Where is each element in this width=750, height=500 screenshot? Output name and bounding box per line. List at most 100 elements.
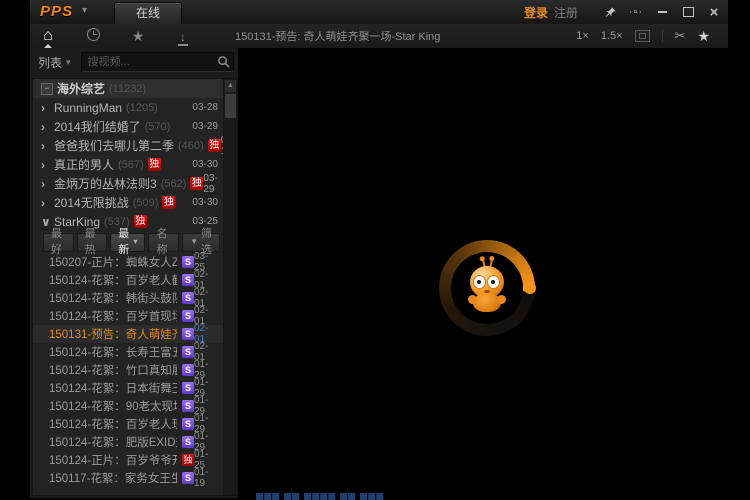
s-badge: S [182, 256, 194, 268]
category-date: 03-30 [192, 159, 218, 170]
category-row[interactable]: › 2014无限挑战 (509) 独 03-30 [33, 193, 224, 212]
video-area[interactable]: ███ ██ ████ ██ ███ [238, 48, 750, 500]
search-input[interactable] [81, 52, 234, 72]
search-box [81, 52, 234, 72]
s-badge: S [182, 274, 194, 286]
category-count: (570) [145, 121, 171, 133]
category-row[interactable]: › 金炳万的丛林法则3 (562) 独 03-29 [33, 174, 224, 193]
toolbar-divider [662, 30, 663, 42]
exclusive-badge: 独 [208, 139, 221, 152]
s-badge: S [182, 472, 194, 484]
minimize-icon[interactable] [652, 3, 672, 21]
category-count: (562) [161, 178, 187, 190]
category-name: 海外综艺 [57, 80, 105, 97]
s-badge: S [182, 346, 194, 358]
funnel-icon: ▼ [190, 234, 198, 250]
mini-screen-icon[interactable] [635, 30, 650, 42]
scrollbar-thumb[interactable] [225, 94, 236, 118]
cutoff-text: ███ ██ ████ ██ ███ [256, 493, 384, 500]
s-badge: S [182, 364, 194, 376]
chevron-right-icon: › [41, 196, 54, 210]
chevron-right-icon: › [41, 158, 54, 172]
exclusive-badge: 独 [190, 177, 203, 190]
s-badge: S [182, 436, 194, 448]
loading-spinner [439, 240, 535, 336]
exclusive-badge: 独 [148, 158, 161, 171]
sidebar-scrollbar[interactable]: ▲ [223, 79, 237, 495]
tab-sort-hottest[interactable]: 最热 [77, 233, 108, 252]
sidebar-header: 列表 ▾ [30, 48, 238, 76]
snapshot-scissors-icon[interactable]: ✂ [675, 28, 686, 44]
app-window: PPS ▾ 在线 登录 注册 ·▫· × ⌂ ★ ↓ 150131-预告: 奇人… [0, 0, 750, 500]
exclusive-badge: 独 [134, 215, 147, 228]
maximize-icon[interactable] [678, 3, 698, 21]
now-playing-title: 150131-预告: 奇人萌娃齐聚一场-Star King [235, 28, 440, 44]
favorites-icon[interactable]: ★ [128, 28, 148, 45]
category-row[interactable]: › 2014我们结婚了 (570) 03-29 [33, 117, 224, 136]
category-date: 03-29 [192, 121, 218, 132]
s-badge: S [182, 418, 194, 430]
category-name: 2014我们结婚了 [54, 118, 141, 135]
collapse-icon[interactable]: − [41, 83, 53, 95]
s-badge: S [182, 310, 194, 322]
pin-icon[interactable] [600, 3, 620, 21]
chevron-right-icon: › [41, 139, 54, 153]
home-icon[interactable]: ⌂ [38, 27, 58, 45]
category-count: (567) [118, 159, 144, 171]
category-row[interactable]: › 爸爸我们去哪儿第二季 (460) 独 01-19 [33, 136, 224, 155]
exclusive-badge: 独 [182, 454, 194, 466]
category-count: (509) [133, 197, 159, 209]
pin-icon-glyph [604, 6, 617, 19]
category-date: 03-28 [192, 102, 218, 113]
chevron-right-icon: › [41, 120, 54, 134]
title-bar: PPS ▾ 在线 登录 注册 ·▫· × [30, 0, 728, 25]
speed-1-5x-button[interactable]: 1.5× [601, 30, 623, 42]
category-date: 03-30 [192, 197, 218, 208]
category-name: 爸爸我们去哪儿第二季 [54, 137, 174, 154]
register-link[interactable]: 注册 [554, 4, 578, 21]
pps-logo[interactable]: PPS [40, 3, 73, 20]
s-badge: S [182, 382, 194, 394]
category-name: 2014无限挑战 [54, 194, 129, 211]
category-row[interactable]: › RunningMan (1205) 03-28 [33, 98, 224, 117]
category-row[interactable]: › 真正的男人 (567) 独 03-30 [33, 155, 224, 174]
tab-filter[interactable]: ▼筛选 [182, 233, 220, 252]
tab-sort-newest[interactable]: 最新▾ [110, 233, 145, 252]
tab-sort-best[interactable]: 最好 [43, 233, 74, 252]
category-count: (11232) [109, 83, 146, 95]
tab-online-label: 在线 [136, 6, 160, 20]
chevron-right-icon: › [41, 101, 54, 115]
category-count: (460) [178, 140, 204, 152]
caret-down-icon: ▾ [133, 234, 137, 250]
category-date: 03-29 [203, 173, 218, 195]
chevron-right-icon: › [41, 177, 54, 191]
category-name: RunningMan [54, 101, 122, 115]
collect-star-icon[interactable]: ★ [697, 28, 710, 45]
sort-tabs: 最好 最热 最新▾ 名称 ▼筛选 [33, 231, 224, 253]
list-dropdown[interactable]: 列表 ▾ [38, 54, 71, 71]
category-group-row[interactable]: − 海外综艺 (11232) [33, 79, 224, 98]
history-icon[interactable] [83, 28, 103, 44]
category-count: (1205) [126, 102, 158, 114]
pps-mascot-icon [465, 260, 509, 316]
category-name: 真正的男人 [54, 156, 114, 173]
tab-sort-name[interactable]: 名称 [148, 233, 179, 252]
sidebar: 列表 ▾ − 海外综艺 (11232) › Runni [30, 48, 238, 498]
download-icon[interactable]: ↓ [173, 28, 193, 44]
tab-online[interactable]: 在线 [114, 2, 182, 25]
close-icon[interactable]: × [704, 3, 724, 21]
speed-1x-button[interactable]: 1× [576, 30, 589, 42]
search-icon[interactable] [217, 55, 230, 68]
chevron-down-icon: ▾ [66, 57, 71, 68]
episode-row[interactable]: 150117-花絮：家务女王生活妙... S 01-19 [33, 469, 224, 487]
spinner-cap [524, 282, 536, 294]
boss-key-icon[interactable]: ·▫· [626, 3, 646, 21]
logo-menu-caret-icon[interactable]: ▾ [82, 5, 87, 16]
toolbar: ⌂ ★ ↓ 150131-预告: 奇人萌娃齐聚一场-Star King 1× 1… [30, 24, 728, 49]
s-badge: S [182, 400, 194, 412]
category-name: 金炳万的丛林法则3 [54, 175, 157, 192]
exclusive-badge: 独 [162, 196, 175, 209]
login-link[interactable]: 登录 [524, 4, 548, 21]
channel-panel: − 海外综艺 (11232) › RunningMan (1205) 03-28… [32, 78, 238, 496]
scroll-up-icon[interactable]: ▲ [225, 80, 236, 92]
